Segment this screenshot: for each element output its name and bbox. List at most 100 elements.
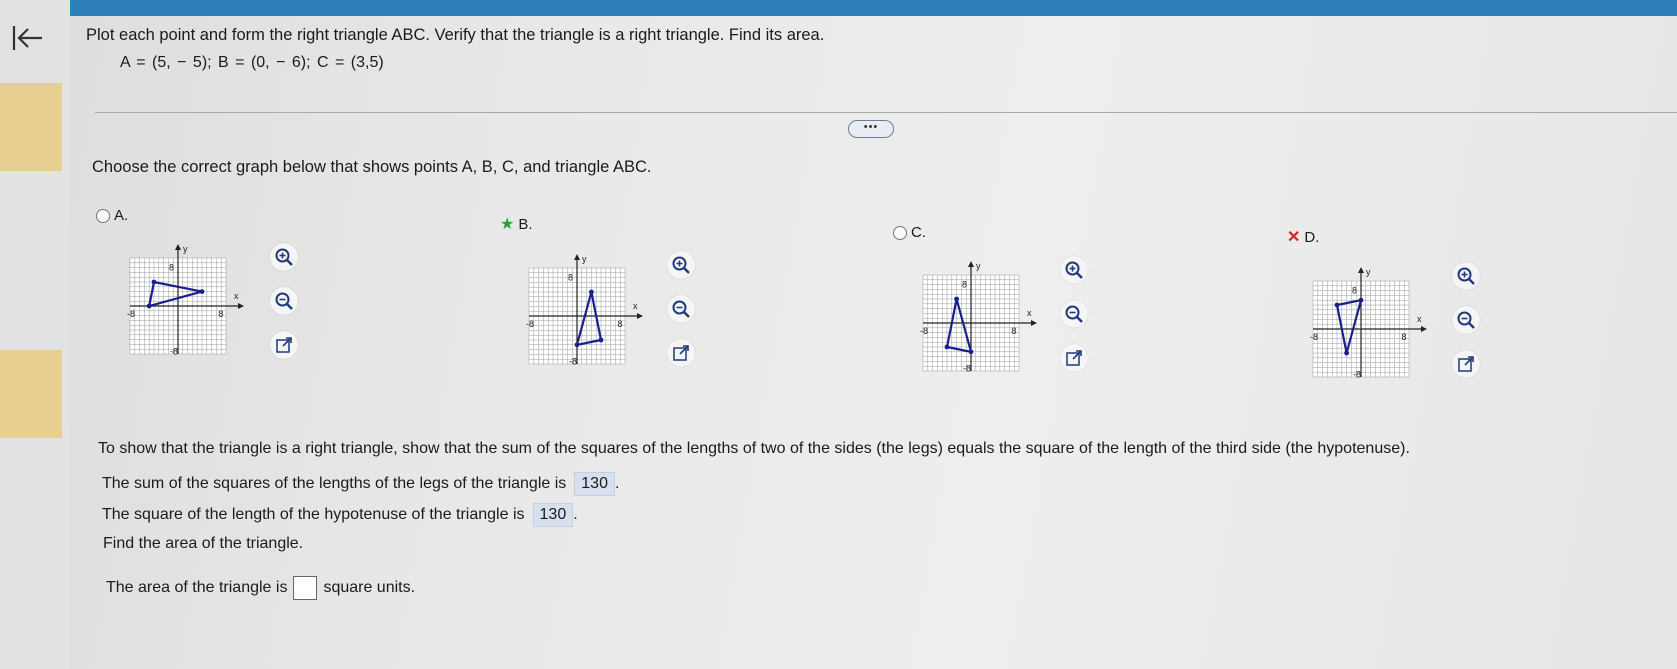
x-axis-arrow	[1421, 326, 1427, 332]
zoom-in-icon	[275, 248, 293, 266]
y-axis-arrow	[1358, 267, 1364, 273]
tick-label: -8	[1310, 332, 1318, 342]
tick-label: -8	[569, 356, 577, 366]
y-axis-label: y	[183, 244, 188, 254]
option-letter: A.	[114, 207, 129, 224]
zoom-out-icon	[1457, 311, 1475, 329]
zoom-in-button[interactable]	[1452, 262, 1480, 290]
vertex-point	[589, 289, 594, 295]
back-to-start-icon	[12, 26, 42, 50]
area-answer-line: The area of the triangle is square units…	[106, 576, 415, 600]
y-axis-arrow	[175, 244, 181, 250]
zoom-out-button[interactable]	[270, 287, 298, 315]
graph-option-a[interactable]: y x 8 -8 8 -8	[125, 240, 265, 366]
tick-label: -8	[127, 309, 135, 319]
vertex-point	[199, 289, 205, 294]
graph-tools	[270, 243, 298, 359]
period: .	[573, 506, 578, 523]
pop-out-icon	[276, 337, 292, 353]
pop-out-button[interactable]	[270, 331, 298, 359]
y-axis-label: y	[1366, 267, 1371, 277]
vertex-point	[598, 337, 604, 343]
problem-prompt: Plot each point and form the right trian…	[86, 26, 825, 44]
tick-label: -8	[170, 346, 178, 356]
area-units: square units.	[323, 579, 416, 596]
zoom-out-icon	[1065, 305, 1083, 323]
x-axis-arrow	[1031, 320, 1037, 326]
top-bar	[0, 0, 1677, 16]
tick-label: -8	[1353, 369, 1361, 379]
zoom-out-button[interactable]	[1452, 306, 1480, 334]
tick-label: 8	[962, 280, 967, 290]
vertex-point	[1344, 350, 1349, 356]
x-axis-arrow	[637, 313, 643, 319]
find-area-prompt: Find the area of the triangle.	[103, 535, 304, 552]
radio-button[interactable]	[96, 208, 110, 223]
divider	[95, 112, 1677, 113]
zoom-out-icon	[275, 292, 293, 310]
legs-sum-label: The sum of the squares of the lengths of…	[102, 475, 567, 492]
tick-label: 8	[568, 273, 573, 283]
y-axis-label: y	[582, 254, 587, 264]
tick-label: 8	[1011, 326, 1016, 336]
vertex-point	[968, 349, 974, 355]
x-axis-arrow	[238, 303, 244, 309]
vertex-point	[944, 344, 950, 350]
graph-option-d[interactable]: y x 8 -8 8 -8	[1308, 263, 1448, 389]
hypotenuse-square-line: The square of the length of the hypotenu…	[102, 503, 578, 527]
hypotenuse-square-label: The square of the length of the hypotenu…	[102, 506, 525, 523]
vertex-point	[574, 342, 580, 348]
graph-option-b[interactable]: y x 8 -8 8 -8	[524, 250, 664, 376]
zoom-in-button[interactable]	[1060, 256, 1088, 284]
area-input[interactable]	[293, 576, 318, 600]
vertex-point	[954, 296, 959, 302]
pop-out-icon	[1458, 356, 1474, 372]
pop-out-button[interactable]	[667, 339, 695, 367]
zoom-out-icon	[672, 300, 690, 318]
vertex-point	[146, 303, 152, 309]
graph-tools	[1060, 256, 1088, 372]
vertex-point	[1358, 297, 1364, 303]
graph-tools	[1452, 262, 1480, 378]
graph-tools	[667, 251, 695, 367]
tick-label: -8	[920, 326, 928, 336]
x-axis-label: x	[1027, 308, 1032, 318]
area-label: The area of the triangle is	[106, 579, 288, 596]
explanation-text: To show that the triangle is a right tri…	[98, 440, 1410, 457]
y-axis-arrow	[574, 254, 580, 260]
zoom-out-button[interactable]	[667, 295, 695, 323]
x-axis-label: x	[1417, 314, 1422, 324]
vertex-point	[151, 279, 157, 285]
option-letter: C.	[911, 224, 926, 241]
side-tab[interactable]	[0, 83, 62, 171]
zoom-in-button[interactable]	[270, 243, 298, 271]
zoom-in-icon	[672, 256, 690, 274]
tick-label: -8	[963, 363, 971, 373]
zoom-in-icon	[1065, 261, 1083, 279]
zoom-in-button[interactable]	[667, 251, 695, 279]
incorrect-x-icon: ✕	[1287, 228, 1301, 246]
tick-label: 8	[1401, 332, 1406, 342]
pop-out-button[interactable]	[1452, 350, 1480, 378]
side-tab[interactable]	[0, 350, 62, 438]
zoom-out-button[interactable]	[1060, 300, 1088, 328]
back-to-start-button[interactable]	[8, 20, 48, 56]
x-axis-label: x	[234, 291, 239, 301]
radio-button[interactable]	[893, 225, 907, 240]
question-text: Choose the correct graph below that show…	[92, 158, 652, 176]
legs-sum-line: The sum of the squares of the lengths of…	[102, 472, 619, 496]
pop-out-button[interactable]	[1060, 344, 1088, 372]
tick-label: -8	[526, 319, 534, 329]
tick-label: 8	[169, 263, 174, 273]
zoom-in-icon	[1457, 267, 1475, 285]
period: .	[614, 475, 620, 492]
left-panel	[0, 0, 70, 669]
y-axis-arrow	[968, 261, 974, 267]
legs-sum-answer: 130	[574, 472, 615, 496]
pop-out-icon	[673, 345, 689, 361]
tick-label: 8	[617, 319, 622, 329]
pop-out-icon	[1066, 350, 1082, 366]
hypotenuse-square-answer: 130	[532, 503, 574, 527]
graph-option-c[interactable]: y x 8 -8 8 -8	[918, 257, 1058, 383]
show-more-button[interactable]: •••	[848, 120, 894, 138]
